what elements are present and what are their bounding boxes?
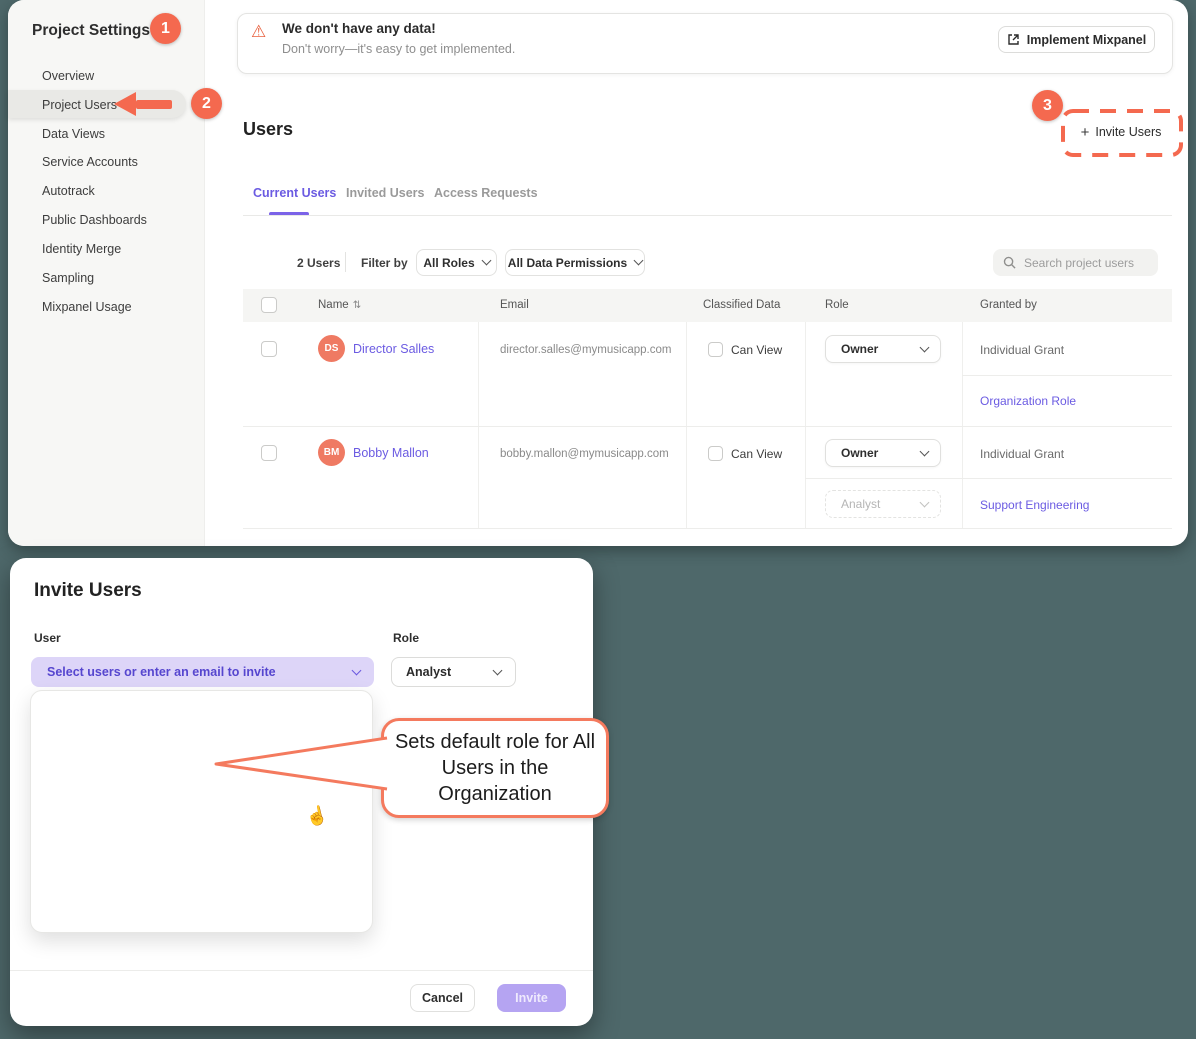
- invite-submit-button[interactable]: Invite: [497, 984, 566, 1012]
- column-email: Email: [500, 299, 529, 311]
- sidebar-item-service-accounts[interactable]: Service Accounts: [42, 155, 138, 169]
- dialog-role-select[interactable]: Analyst: [391, 657, 516, 687]
- granted-by-value: Individual Grant: [980, 343, 1064, 357]
- tab-current-users[interactable]: Current Users: [253, 186, 336, 200]
- callout-badge-1: 1: [150, 13, 181, 44]
- callout-badge-3: 3: [1032, 90, 1063, 121]
- chevron-down-icon: [634, 256, 644, 266]
- dialog-footer-divider: [10, 970, 593, 971]
- settings-sidebar: [8, 0, 205, 546]
- role-select[interactable]: Owner: [825, 439, 941, 467]
- support-engineering-link[interactable]: Support Engineering: [980, 498, 1089, 512]
- screenshot-canvas: Project Settings Overview Project Users …: [0, 0, 1196, 1039]
- sidebar-item-project-users[interactable]: Project Users: [42, 98, 117, 112]
- user-count: 2 Users: [297, 256, 340, 270]
- column-divider: [805, 322, 806, 528]
- chevron-down-icon: [920, 497, 930, 507]
- tab-access-requests[interactable]: Access Requests: [434, 186, 538, 200]
- avatar: DS: [318, 335, 345, 362]
- cancel-button[interactable]: Cancel: [410, 984, 475, 1012]
- chevron-down-icon: [920, 446, 930, 456]
- callout-arrow-icon: [114, 92, 172, 116]
- granted-sub-divider: [805, 478, 1172, 479]
- all-data-permissions-label: All Data Permissions: [508, 256, 627, 270]
- column-divider: [478, 322, 479, 528]
- chevron-down-icon: [352, 665, 362, 675]
- can-view-checkbox[interactable]: [708, 446, 723, 461]
- sidebar-item-public-dashboards[interactable]: Public Dashboards: [42, 213, 147, 227]
- sidebar-item-mixpanel-usage[interactable]: Mixpanel Usage: [42, 300, 132, 314]
- chevron-down-icon: [920, 342, 930, 352]
- row-checkbox[interactable]: [261, 341, 277, 357]
- search-project-users[interactable]: [993, 249, 1158, 276]
- all-data-permissions-filter[interactable]: All Data Permissions: [505, 249, 645, 276]
- sidebar-item-autotrack[interactable]: Autotrack: [42, 184, 95, 198]
- invite-users-label: Invite Users: [1095, 125, 1161, 139]
- select-all-checkbox[interactable]: [261, 297, 277, 313]
- role-select-disabled: Analyst: [825, 490, 941, 518]
- column-divider: [962, 322, 963, 528]
- plus-icon: +: [1081, 124, 1090, 141]
- chevron-down-icon: [481, 256, 491, 266]
- column-granted-by: Granted by: [980, 299, 1037, 311]
- chevron-down-icon: [493, 665, 503, 675]
- filter-divider: [345, 252, 346, 272]
- column-role: Role: [825, 299, 849, 311]
- implement-mixpanel-label: Implement Mixpanel: [1027, 33, 1146, 47]
- user-select-value: Select users or enter an email to invite: [47, 665, 276, 679]
- role-value: Owner: [841, 342, 878, 356]
- implement-mixpanel-button[interactable]: Implement Mixpanel: [998, 26, 1155, 53]
- role-value: Owner: [841, 446, 878, 460]
- tabs-divider: [243, 215, 1172, 216]
- can-view-label: Can View: [731, 343, 782, 357]
- filter-by-label: Filter by: [361, 256, 408, 270]
- sidebar-item-identity-merge[interactable]: Identity Merge: [42, 242, 121, 256]
- users-heading: Users: [243, 119, 293, 140]
- invite-users-button[interactable]: + Invite Users: [1066, 121, 1176, 143]
- dialog-role-value: Analyst: [406, 665, 451, 679]
- callout-bubble-tail: [205, 715, 395, 825]
- granted-by-value: Individual Grant: [980, 447, 1064, 461]
- callout-bubble: Sets default role for All Users in the O…: [381, 718, 609, 818]
- column-classified: Classified Data: [703, 299, 780, 311]
- user-select[interactable]: Select users or enter an email to invite: [31, 657, 374, 687]
- search-project-users-input[interactable]: [1024, 256, 1144, 270]
- sort-icon: ⇅: [353, 300, 361, 311]
- sidebar-item-data-views[interactable]: Data Views: [42, 127, 105, 141]
- all-roles-filter[interactable]: All Roles: [416, 249, 497, 276]
- role-field-label: Role: [393, 631, 419, 645]
- tab-invited-users[interactable]: Invited Users: [346, 186, 425, 200]
- banner-subtitle: Don't worry—it's easy to get implemented…: [282, 42, 515, 56]
- column-name-label: Name: [318, 299, 349, 311]
- callout-badge-2: 2: [191, 88, 222, 119]
- sidebar-item-overview[interactable]: Overview: [42, 69, 94, 83]
- table-bottom-border: [243, 528, 1172, 529]
- sidebar-title: Project Settings: [32, 22, 150, 40]
- search-icon: [1003, 256, 1016, 269]
- role-value: Analyst: [841, 497, 880, 511]
- column-divider: [686, 322, 687, 528]
- external-link-icon: [1007, 33, 1020, 46]
- organization-role-link[interactable]: Organization Role: [980, 394, 1076, 408]
- avatar: BM: [318, 439, 345, 466]
- warning-icon: ⚠: [251, 22, 266, 42]
- all-roles-label: All Roles: [423, 256, 474, 270]
- row-divider: [243, 426, 1172, 427]
- user-email: bobby.mallon@mymusicapp.com: [500, 448, 669, 460]
- role-select[interactable]: Owner: [825, 335, 941, 363]
- sidebar-item-sampling[interactable]: Sampling: [42, 271, 94, 285]
- user-field-label: User: [34, 631, 61, 645]
- dialog-title: Invite Users: [34, 580, 142, 602]
- column-name[interactable]: Name ⇅: [318, 299, 361, 311]
- row-checkbox[interactable]: [261, 445, 277, 461]
- can-view-checkbox[interactable]: [708, 342, 723, 357]
- banner-title: We don't have any data!: [282, 21, 436, 36]
- granted-sub-divider: [962, 375, 1172, 376]
- can-view-label: Can View: [731, 447, 782, 461]
- user-name-link[interactable]: Bobby Mallon: [353, 446, 429, 460]
- user-name-link[interactable]: Director Salles: [353, 342, 434, 356]
- user-email: director.salles@mymusicapp.com: [500, 344, 671, 356]
